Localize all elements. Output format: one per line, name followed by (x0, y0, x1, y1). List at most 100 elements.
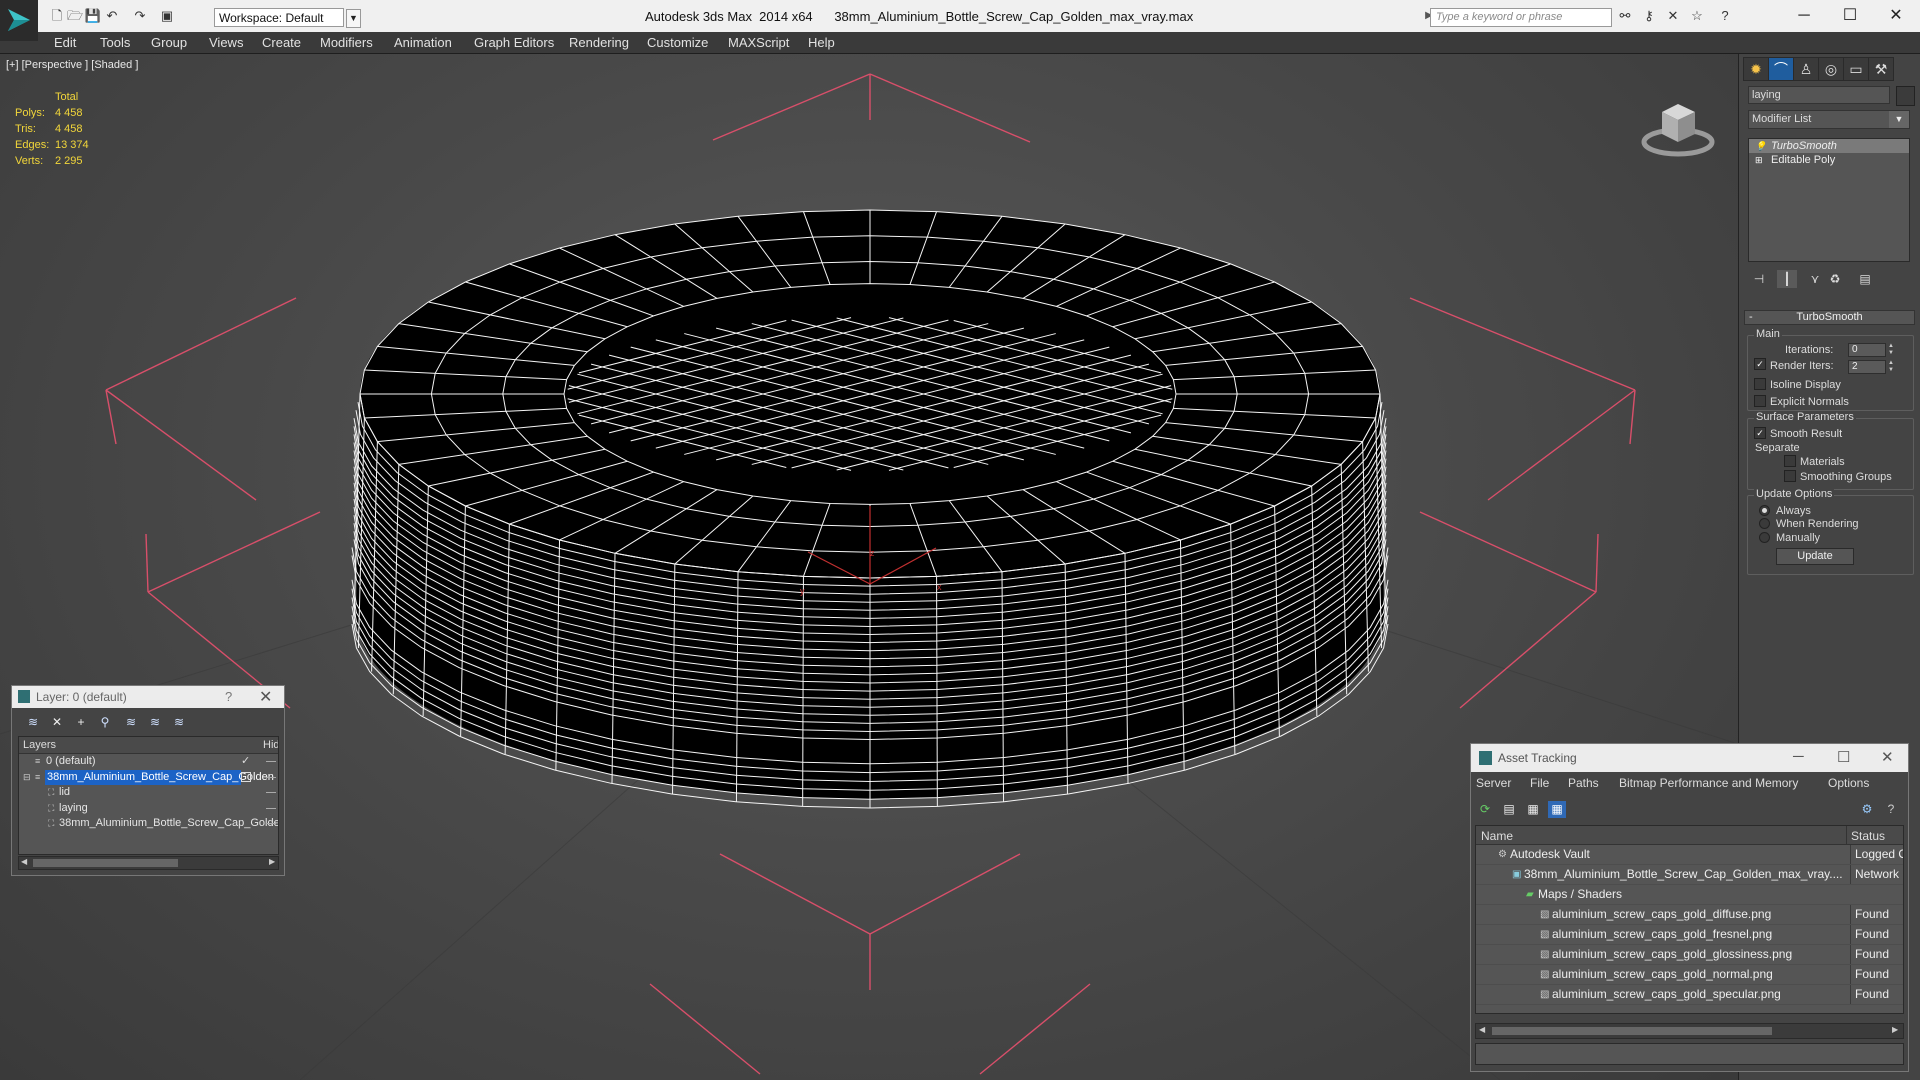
workspace-dropdown-icon[interactable]: ▼ (346, 9, 361, 28)
help-icon[interactable]: ? (1716, 8, 1734, 24)
table-view-icon[interactable]: ▦ (1548, 801, 1566, 818)
make-unique-icon[interactable]: ⋎ (1805, 270, 1825, 288)
expand-icon[interactable]: ⊞ (1755, 153, 1763, 167)
stack-item-turbosmooth[interactable]: 💡 TurboSmooth (1749, 139, 1909, 153)
update-button[interactable]: Update (1776, 548, 1854, 565)
table-row[interactable]: ▧ aluminium_screw_caps_gold_glossiness.p… (1476, 945, 1903, 965)
refresh-icon[interactable]: ⟳ (1476, 801, 1494, 818)
highlight-layer-icon[interactable]: ≋ (122, 714, 140, 730)
utilities-tab-icon[interactable]: ⚒ (1868, 57, 1894, 81)
motion-tab-icon[interactable]: ◎ (1818, 57, 1844, 81)
layer-dialog-titlebar[interactable]: Layer: 0 (default) ? ✕ (12, 686, 284, 708)
always-radio[interactable] (1759, 505, 1770, 516)
highlight-icon[interactable]: ⚙ (1858, 801, 1876, 818)
menu-graph-editors[interactable]: Graph Editors (474, 35, 554, 50)
smooth-result-checkbox[interactable]: ✓ (1754, 427, 1766, 439)
turbosmooth-rollout-header[interactable]: - TurboSmooth (1744, 310, 1915, 325)
menu-animation[interactable]: Animation (394, 35, 452, 50)
maximize-icon[interactable]: ☐ (1837, 748, 1850, 766)
explicit-normals-checkbox[interactable] (1754, 395, 1766, 407)
asset-dialog-titlebar[interactable]: Asset Tracking ─ ☐ ✕ (1471, 744, 1908, 772)
open-file-icon[interactable]: 🗁 (66, 8, 84, 24)
asset-path-status-field[interactable] (1475, 1043, 1904, 1065)
exchange-icon[interactable]: ✕ (1664, 8, 1682, 24)
search-input[interactable]: Type a keyword or phrase (1430, 8, 1612, 27)
save-file-icon[interactable]: 💾 (84, 8, 102, 24)
status-column-header[interactable]: Status (1851, 829, 1885, 843)
project-folder-icon[interactable]: ▣ (158, 8, 176, 24)
display-tab-icon[interactable]: ▭ (1843, 57, 1869, 81)
hide-toggle[interactable] (266, 807, 276, 809)
stack-item-editable-poly[interactable]: ⊞ Editable Poly (1749, 153, 1909, 167)
maximize-icon[interactable]: ☐ (1830, 4, 1870, 28)
menu-views[interactable]: Views (209, 35, 243, 50)
scroll-right-icon[interactable]: ▶ (1892, 1025, 1898, 1034)
hide-all-layers-icon[interactable]: ≋ (146, 714, 164, 730)
menu-customize[interactable]: Customize (647, 35, 708, 50)
name-column-header[interactable]: Name (1481, 829, 1513, 843)
collapse-icon[interactable]: ⊟ (23, 770, 31, 785)
hierarchy-tab-icon[interactable]: ♙ (1793, 57, 1819, 81)
favorites-star-icon[interactable]: ☆ (1688, 8, 1706, 24)
help-icon[interactable]: ? (1882, 801, 1900, 818)
modifier-list-arrow-icon[interactable]: ▼ (1889, 111, 1909, 128)
viewport-label[interactable]: [+] [Perspective ] [Shaded ] (6, 59, 138, 71)
select-objects-icon[interactable]: ⚲ (96, 714, 114, 730)
delete-layer-icon[interactable]: ✕ (48, 714, 66, 730)
render-iters-spinner-arrows-icon[interactable]: ▲ ▼ (1887, 360, 1895, 374)
layer-row[interactable]: ⛶ 38mm_Aluminium_Bottle_Screw_Cap_Golden (19, 816, 278, 832)
hide-column-header[interactable]: Hide (263, 739, 278, 751)
close-icon[interactable]: ✕ (1876, 4, 1916, 28)
hide-toggle[interactable] (266, 792, 276, 793)
minimize-icon[interactable]: ─ (1793, 748, 1804, 765)
show-end-result-icon[interactable]: ┃ (1777, 270, 1797, 288)
menu-modifiers[interactable]: Modifiers (320, 35, 373, 50)
table-row[interactable]: ▧ aluminium_screw_caps_gold_fresnel.png … (1476, 925, 1903, 945)
menu-rendering[interactable]: Rendering (569, 35, 629, 50)
modify-tab-icon[interactable]: ⌒ (1768, 57, 1794, 81)
table-row[interactable]: ▰ Maps / Shaders (1476, 885, 1903, 905)
modifier-list-dropdown[interactable]: Modifier List (1748, 110, 1910, 129)
manually-radio[interactable] (1759, 532, 1770, 543)
table-row[interactable]: ▧ aluminium_screw_caps_gold_specular.png… (1476, 985, 1903, 1005)
render-iters-spinner[interactable]: 2 (1848, 360, 1886, 374)
layer-row[interactable]: ⛶ lid (19, 785, 278, 801)
hide-toggle[interactable] (266, 823, 276, 824)
key-icon[interactable]: ⚷ (1640, 8, 1658, 24)
close-icon[interactable]: ✕ (1881, 748, 1894, 766)
scroll-left-icon[interactable]: ◀ (21, 857, 27, 866)
scroll-left-icon[interactable]: ◀ (1479, 1025, 1485, 1034)
menu-paths[interactable]: Paths (1568, 776, 1599, 790)
menu-edit[interactable]: Edit (54, 35, 76, 50)
pin-stack-icon[interactable]: ⊣ (1749, 270, 1769, 288)
hide-toggle[interactable] (266, 776, 276, 778)
remove-modifier-icon[interactable]: ♻ (1825, 270, 1845, 288)
object-name-field[interactable]: laying (1748, 86, 1890, 104)
table-row[interactable]: ⚙ Autodesk Vault Logged O (1476, 845, 1903, 865)
list-view-icon[interactable]: ▤ (1500, 801, 1518, 818)
iterations-spinner[interactable]: 0 (1848, 343, 1886, 357)
workspace-selector[interactable]: Workspace: Default (214, 8, 344, 27)
create-layer-icon[interactable]: ≋ (24, 714, 42, 730)
new-file-icon[interactable]: 🗋 (48, 8, 66, 24)
isoline-display-checkbox[interactable] (1754, 378, 1766, 390)
layer-row[interactable]: ⛶ laying (19, 801, 278, 817)
layer-row[interactable]: ⊟ ≡ 38mm_Aluminium_Bottle_Screw_Cap_Gold… (19, 769, 278, 786)
smoothing-groups-checkbox[interactable] (1784, 470, 1796, 482)
when-rendering-radio[interactable] (1759, 518, 1770, 529)
minimize-icon[interactable]: ─ (1784, 4, 1824, 28)
scroll-right-icon[interactable]: ▶ (269, 857, 275, 866)
close-icon[interactable]: ✕ (259, 687, 272, 707)
bulb-icon[interactable]: 💡 (1755, 139, 1766, 153)
horizontal-scrollbar[interactable]: ◀ ▶ (1475, 1023, 1904, 1039)
app-logo-icon[interactable] (0, 0, 38, 41)
binoculars-icon[interactable]: ⚯ (1616, 8, 1634, 24)
menu-help[interactable]: Help (808, 35, 835, 50)
scrollbar-thumb[interactable] (33, 859, 178, 867)
active-layer-check-icon[interactable]: ✓ (241, 754, 250, 769)
configure-sets-icon[interactable]: ▤ (1855, 270, 1875, 288)
scrollbar-thumb[interactable] (1492, 1027, 1772, 1035)
viewcube-icon[interactable] (1640, 84, 1720, 164)
add-to-layer-icon[interactable]: + (72, 714, 90, 730)
create-tab-icon[interactable]: ✹ (1743, 57, 1769, 81)
